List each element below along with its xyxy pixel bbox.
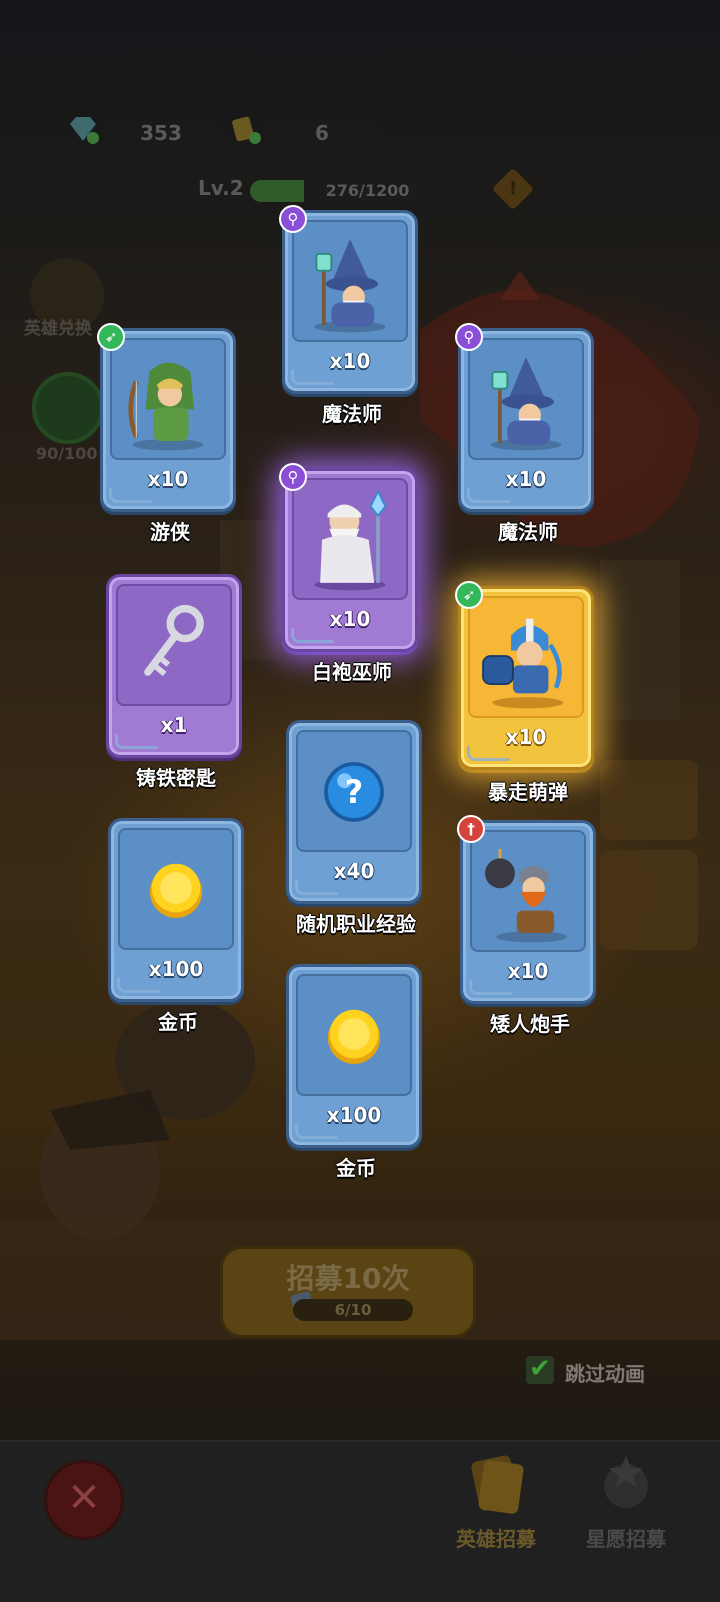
card-corner-decoration (117, 978, 160, 993)
skip-animation-label: 跳过动画 (565, 1362, 645, 1386)
card-name: 金币 (336, 1156, 376, 1180)
hero-recruit-icon (471, 1455, 524, 1514)
gem-icon (70, 117, 99, 144)
card-corner-decoration (109, 488, 152, 503)
card-art-frame (118, 828, 234, 950)
recruit-10-button[interactable]: 招募10次 6/10 (220, 1246, 476, 1338)
check-icon: ✔ (529, 1354, 551, 1384)
reward-card-wizard-2[interactable]: x10 ⚲ (455, 323, 594, 512)
star-icon[interactable] (32, 372, 104, 444)
reward-card-gunner[interactable]: x10 ➶ (455, 581, 594, 770)
card-name: 随机职业经验 (296, 912, 416, 936)
card-corner-decoration (291, 370, 334, 385)
card-name: 魔法师 (322, 402, 382, 426)
reward-card-dwarf-cannoneer[interactable]: x10 † (457, 815, 596, 1004)
dwarf-icon (485, 849, 568, 943)
white-wizard-icon (314, 489, 387, 591)
card-art-frame (110, 338, 226, 460)
xp-progress-bar: 276/1200 (250, 180, 485, 202)
wizard-icon (490, 357, 562, 451)
ranger-class-icon: ➶ (455, 581, 483, 609)
card-art-frame (470, 830, 586, 952)
alert-icon[interactable]: ! (491, 167, 535, 211)
card-corner-decoration (115, 734, 158, 749)
card-art-frame (116, 584, 232, 706)
card-name: 金币 (158, 1010, 198, 1034)
card-art-frame (292, 478, 408, 600)
checkbox[interactable]: ✔ (526, 1356, 554, 1384)
reward-card-random-exp[interactable]: ? x40 (286, 720, 422, 904)
reward-card-ranger[interactable]: x10 ➶ (97, 323, 236, 512)
ticket-count: 6 (266, 118, 378, 148)
recruit-progress: 6/10 (293, 1299, 413, 1321)
tab-label: 星愿招募 (586, 1527, 666, 1551)
ranger-class-icon: ➶ (97, 323, 125, 351)
recruit-title: 招募10次 (286, 1262, 410, 1295)
card-corner-decoration (295, 880, 338, 895)
card-art-frame (296, 974, 412, 1096)
card-name: 暴走萌弹 (488, 780, 568, 804)
ticket-icon (232, 116, 261, 144)
card-corner-decoration (467, 746, 510, 761)
star-count: 90/100 (36, 444, 98, 463)
tab-label: 英雄招募 (456, 1527, 536, 1551)
level-label: Lv.2 (198, 176, 244, 200)
mage-class-icon: ⚲ (279, 463, 307, 491)
reward-card-coin-2[interactable]: x100 (286, 964, 422, 1148)
gem-count: 353 (104, 118, 218, 148)
reward-card-iron-key[interactable]: x1 (106, 574, 242, 758)
card-name: 铸铁密匙 (136, 766, 216, 790)
question-orb-icon: ? (324, 762, 384, 822)
close-button[interactable]: ✕ (44, 1460, 124, 1540)
reward-card-white-wizard[interactable]: x10 ⚲ (279, 463, 418, 652)
card-name: 魔法师 (498, 520, 558, 544)
coin-icon (327, 1009, 381, 1064)
tab-star-wish-recruit[interactable]: 星愿招募 (576, 1448, 676, 1552)
coin-icon (149, 863, 203, 918)
card-name: 白袍巫师 (312, 660, 392, 684)
card-name: 游侠 (150, 520, 190, 544)
tab-hero-recruit[interactable]: 英雄招募 (446, 1448, 546, 1552)
card-art-frame (468, 596, 584, 718)
card-art-frame (292, 220, 408, 342)
gunner-icon (482, 618, 564, 709)
ranger-icon (128, 362, 204, 451)
mage-class-icon: ⚲ (455, 323, 483, 351)
hero-exchange-label: 英雄兑换 (24, 319, 92, 339)
card-name: 矮人炮手 (490, 1012, 570, 1036)
svg-text:?: ? (345, 775, 363, 811)
reward-card-coin-1[interactable]: x100 (108, 818, 244, 1002)
reward-card-wizard-1[interactable]: x10 ⚲ (279, 205, 418, 394)
close-icon: ✕ (67, 1475, 101, 1521)
mage-class-icon: ⚲ (279, 205, 307, 233)
key-icon (144, 604, 204, 677)
xp-progress-text: 276/1200 (325, 181, 410, 200)
star-wish-icon (604, 1456, 648, 1508)
card-corner-decoration (295, 1124, 338, 1139)
wizard-icon (314, 239, 386, 333)
card-corner-decoration (469, 980, 512, 995)
card-corner-decoration (467, 488, 510, 503)
card-art-frame (468, 338, 584, 460)
card-corner-decoration (291, 628, 334, 643)
warrior-class-icon: † (457, 815, 485, 843)
card-art-frame: ? (296, 730, 412, 852)
